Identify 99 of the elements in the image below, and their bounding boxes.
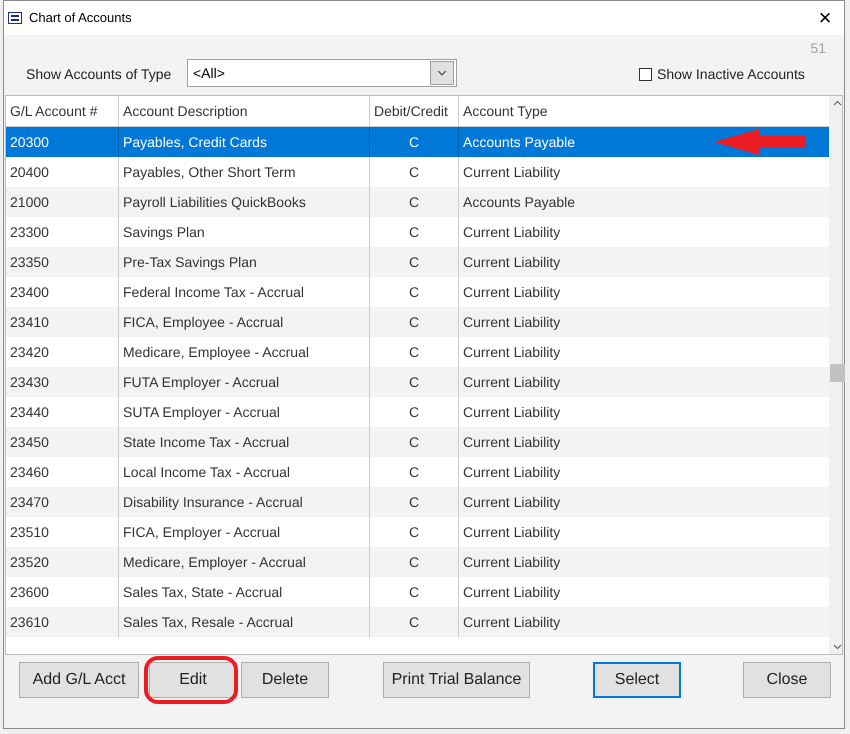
- table-cell-text: Payroll Liabilities QuickBooks: [123, 192, 306, 212]
- table-row[interactable]: 20300 Payables, Credit Cards C Accounts Payable: [6, 127, 829, 157]
- table-cell-text: FUTA Employer - Accrual: [123, 372, 280, 392]
- table-cell-text: Current Liability: [463, 222, 560, 242]
- table-row[interactable]: 21000 Payroll Liabilities QuickBooks C Accounts Payable: [6, 187, 829, 217]
- scroll-thumb[interactable]: [830, 364, 845, 382]
- table-cell-text: Payables, Credit Cards: [123, 132, 267, 152]
- table-cell-text: Current Liability: [463, 552, 560, 572]
- table-cell-text: Pre-Tax Savings Plan: [123, 252, 257, 272]
- table-cell-text: Current Liability: [463, 252, 560, 272]
- table-cell-text: Current Liability: [463, 492, 560, 512]
- table-cell-text: 23300: [10, 222, 49, 242]
- table-cell-text: Current Liability: [463, 312, 560, 332]
- table-cell-text: Sales Tax, State - Accrual: [123, 582, 282, 602]
- table-cell-text: C: [408, 492, 420, 512]
- table-cell-text: C: [408, 432, 420, 452]
- table-cell-text: 20400: [10, 162, 49, 182]
- table-cell-text: C: [408, 552, 420, 572]
- table-cell-text: 23470: [10, 492, 49, 512]
- table-cell-text: FICA, Employee - Accrual: [123, 312, 284, 332]
- table-cell-text: Current Liability: [463, 162, 560, 182]
- table-cell-text: FICA, Employer - Accrual: [123, 522, 280, 542]
- table-cell-text: 23450: [10, 432, 49, 452]
- dialog-button[interactable]: Select: [593, 662, 681, 698]
- table-cell-text: 23430: [10, 372, 49, 392]
- filter-label: Show Accounts of Type: [26, 65, 172, 84]
- table-row[interactable]: 23450 State Income Tax - Accrual C Current Liability: [6, 427, 829, 457]
- type-dropdown[interactable]: <All>: [187, 59, 457, 87]
- scroll-down-icon[interactable]: [833, 644, 842, 650]
- table-cell-text: Medicare, Employer - Accrual: [123, 552, 306, 572]
- table-cell-text: Current Liability: [463, 372, 560, 392]
- table-cell-text: C: [408, 402, 420, 422]
- table-cell-text: Disability Insurance - Accrual: [123, 492, 303, 512]
- table-row[interactable]: 23520 Medicare, Employer - Accrual C Current Liability: [6, 547, 829, 577]
- table-cell-text: Accounts Payable: [463, 192, 576, 212]
- table-cell-text: 21000: [10, 192, 49, 212]
- column-header[interactable]: Account Type: [459, 96, 829, 126]
- table-cell-text: 23520: [10, 552, 49, 572]
- table-cell-text: Current Liability: [463, 282, 560, 302]
- table-cell-text: C: [408, 342, 420, 362]
- table-cell-text: C: [408, 312, 420, 332]
- table-cell-text: Payables, Other Short Term: [123, 162, 296, 182]
- table-cell-text: C: [408, 582, 420, 602]
- table-cell-text: 23400: [10, 282, 49, 302]
- table-cell-text: C: [408, 222, 420, 242]
- table-cell-text: Federal Income Tax - Accrual: [123, 282, 304, 302]
- app-icon: [8, 12, 22, 24]
- table-cell-text: C: [408, 522, 420, 542]
- column-header[interactable]: G/L Account #: [6, 96, 119, 126]
- table-cell-text: Current Liability: [463, 432, 560, 452]
- table-cell-text: C: [408, 612, 420, 632]
- record-count: 51: [810, 39, 826, 58]
- table-cell-text: Local Income Tax - Accrual: [123, 462, 290, 482]
- table-row[interactable]: 23350 Pre-Tax Savings Plan C Current Liability: [6, 247, 829, 277]
- table-cell-text: C: [408, 252, 420, 272]
- table-cell-text: 23510: [10, 522, 49, 542]
- table-cell-text: C: [408, 282, 420, 302]
- table-cell-text: C: [408, 192, 420, 212]
- table-cell-text: C: [408, 462, 420, 482]
- table-cell-text: C: [408, 162, 420, 182]
- checkbox-label: Show Inactive Accounts: [657, 65, 805, 84]
- scroll-up-icon[interactable]: [833, 100, 842, 106]
- chevron-down-icon: [430, 61, 454, 85]
- table-cell-text: 23350: [10, 252, 49, 272]
- table-cell-text: 23420: [10, 342, 49, 362]
- column-header[interactable]: Debit/Credit: [370, 96, 459, 126]
- table-cell-text: 23600: [10, 582, 49, 602]
- close-button[interactable]: ×: [810, 7, 840, 29]
- table-row[interactable]: 23430 FUTA Employer - Accrual C Current Liability: [6, 367, 829, 397]
- table-cell-text: Current Liability: [463, 582, 560, 602]
- dialog-button[interactable]: Delete: [241, 662, 329, 698]
- table-cell-text: C: [408, 372, 420, 392]
- table-row[interactable]: 23410 FICA, Employee - Accrual C Current Liability: [6, 307, 829, 337]
- table-cell-text: State Income Tax - Accrual: [123, 432, 290, 452]
- dialog-button[interactable]: Add G/L Acct: [19, 662, 139, 698]
- table-cell-text: 23610: [10, 612, 49, 632]
- table-cell-text: Current Liability: [463, 342, 560, 362]
- table-cell-text: SUTA Employer - Accrual: [123, 402, 280, 422]
- table-row[interactable]: 23470 Disability Insurance - Accrual C Current Liability: [6, 487, 829, 517]
- table-cell-text: Current Liability: [463, 612, 560, 632]
- dialog-button[interactable]: Edit: [149, 662, 237, 698]
- table-cell-text: 23410: [10, 312, 49, 332]
- column-header[interactable]: Account Description: [119, 96, 370, 126]
- window-title: Chart of Accounts: [29, 9, 132, 28]
- table-cell-text: Current Liability: [463, 462, 560, 482]
- table-cell-text: Accounts Payable: [463, 132, 576, 152]
- table-cell-text: Sales Tax, Resale - Accrual: [123, 612, 294, 632]
- table-row[interactable]: 23610 Sales Tax, Resale - Accrual C Current Liability: [6, 607, 829, 637]
- dialog-button[interactable]: Print Trial Balance: [383, 662, 530, 698]
- table-cell-text: 23460: [10, 462, 49, 482]
- table-cell-text: C: [408, 132, 420, 152]
- dialog-button[interactable]: Close: [743, 662, 831, 698]
- scrollbar[interactable]: [829, 96, 842, 654]
- table-cell-text: 20300: [10, 132, 49, 152]
- table-cell-text: 23440: [10, 402, 49, 422]
- table-cell-text: Current Liability: [463, 402, 560, 422]
- table-cell-text: Medicare, Employee - Accrual: [123, 342, 309, 362]
- table-cell-text: Savings Plan: [123, 222, 205, 242]
- table-cell-text: Current Liability: [463, 522, 560, 542]
